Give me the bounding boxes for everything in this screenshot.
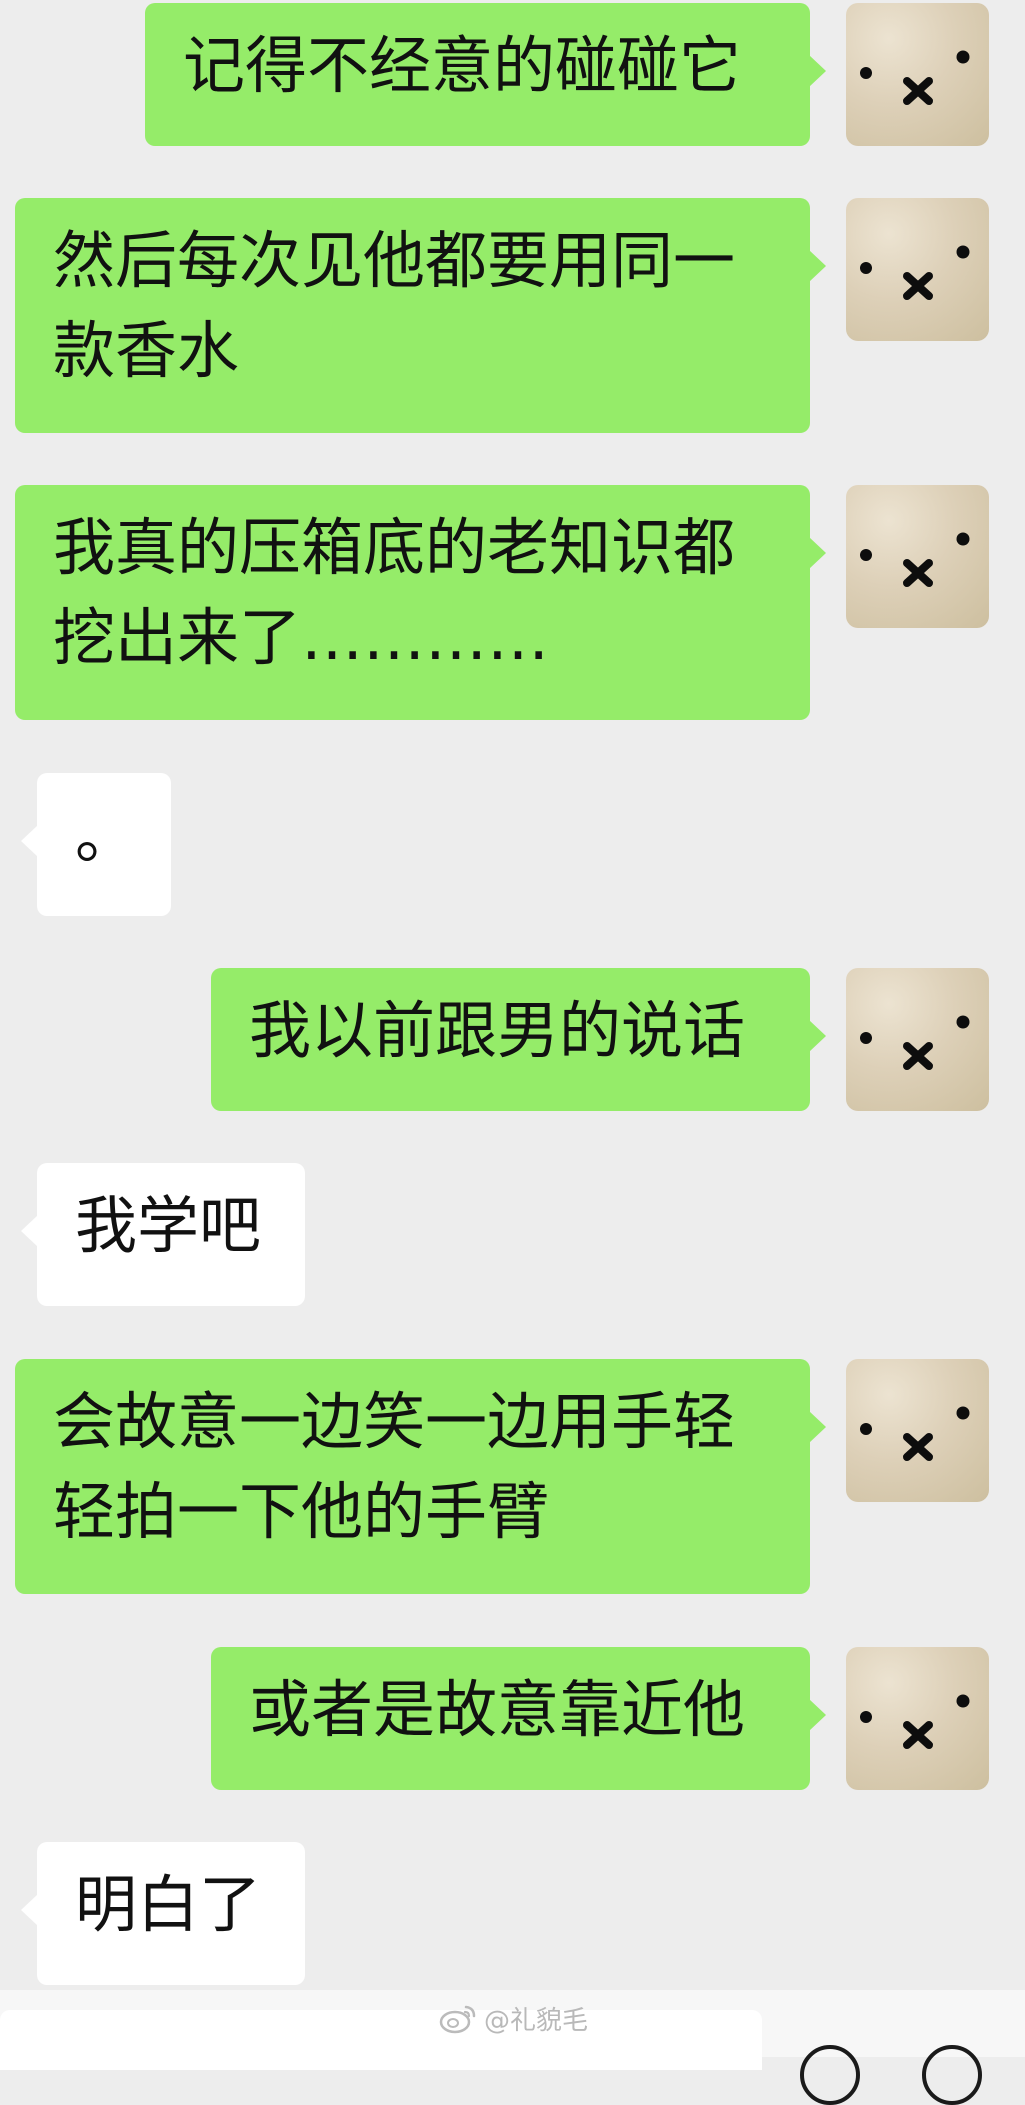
message-bubble-sent[interactable]: 记得不经意的碰碰它 (145, 3, 826, 146)
emoji-button[interactable] (800, 2045, 860, 2105)
doll-face-icon (860, 50, 970, 105)
weibo-icon (439, 2005, 476, 2034)
message-bubble-sent[interactable]: 或者是故意靠近他 (211, 1647, 826, 1790)
my-avatar[interactable] (846, 1647, 989, 1790)
message-bubble-sent[interactable]: 然后每次见他都要用同一款香水 (15, 198, 826, 433)
doll-face-icon (860, 532, 970, 587)
doll-face-icon (860, 1406, 970, 1461)
message-bubble-received[interactable]: 明白了 (21, 1842, 305, 1985)
message-bubble-sent[interactable]: 会故意一边笑一边用手轻轻拍一下他的手臂 (15, 1359, 826, 1594)
my-avatar[interactable] (846, 1359, 989, 1502)
my-avatar[interactable] (846, 968, 989, 1111)
doll-face-icon (860, 1694, 970, 1749)
my-avatar[interactable] (846, 198, 989, 341)
message-input[interactable] (0, 2010, 762, 2070)
watermark-text: @礼貌毛 (484, 2005, 589, 2036)
doll-face-icon (860, 245, 970, 300)
my-avatar[interactable] (846, 3, 989, 146)
chat-area[interactable]: 记得不经意的碰碰它 然后每次见他都要用同一款香水 我真的压箱底的老知识都挖出来了… (0, 0, 1025, 1990)
more-button[interactable] (922, 2045, 982, 2105)
message-bubble-sent[interactable]: 我真的压箱底的老知识都挖出来了………… (15, 485, 826, 720)
message-bubble-received[interactable]: 我学吧 (21, 1163, 305, 1306)
weibo-watermark: @礼貌毛 (438, 1998, 588, 2038)
message-bubble-sent[interactable]: 我以前跟男的说话 (211, 968, 826, 1111)
message-bubble-received[interactable]: 。 (21, 773, 171, 916)
my-avatar[interactable] (846, 485, 989, 628)
doll-face-icon (860, 1015, 970, 1070)
